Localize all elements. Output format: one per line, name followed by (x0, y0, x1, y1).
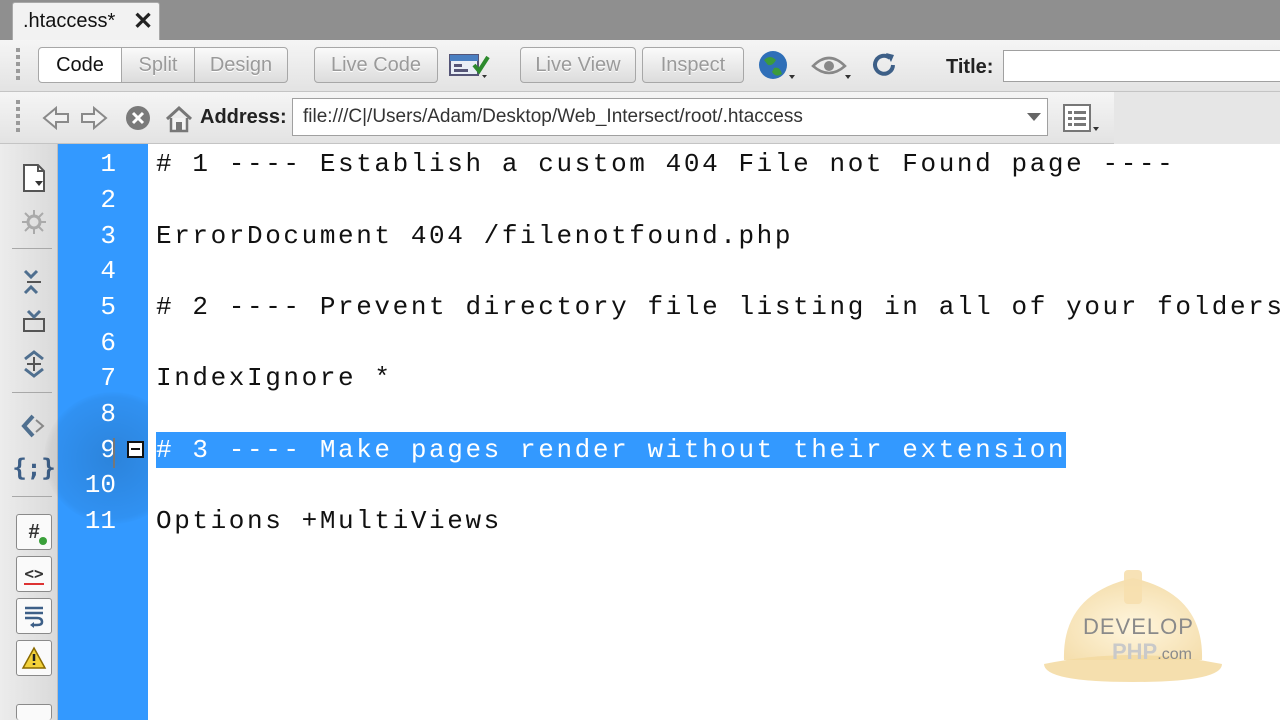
apply-comment-icon[interactable] (16, 704, 52, 720)
toolbar-separator (12, 248, 52, 249)
toolbar-grip[interactable] (14, 100, 22, 135)
line-number: 9 (100, 435, 116, 465)
back-arrow-icon[interactable] (40, 104, 72, 132)
line-number: 10 (84, 470, 116, 500)
live-view-button[interactable]: Live View (520, 47, 636, 83)
line-number: 7 (100, 363, 116, 393)
address-value: file:///C|/Users/Adam/Desktop/Web_Inters… (303, 106, 803, 127)
line-number: 1 (100, 149, 116, 179)
visual-aids-eye-icon[interactable] (808, 48, 854, 82)
inspect-button[interactable]: Inspect (642, 47, 744, 83)
document-tab-strip: .htaccess* ✕ (0, 0, 1280, 40)
show-code-navigator-icon[interactable] (16, 204, 52, 240)
watermark-word-php: PHP.com (1112, 639, 1192, 664)
line-number: 3 (100, 221, 116, 251)
document-tab-title: .htaccess* (23, 10, 116, 32)
forward-arrow-icon[interactable] (78, 104, 110, 132)
expand-all-icon[interactable] (16, 346, 52, 382)
highlight-invalid-code-icon[interactable]: <> (16, 556, 52, 592)
close-tab-icon[interactable]: ✕ (133, 7, 153, 36)
address-label: Address: (200, 106, 287, 128)
design-view-button[interactable]: Design (194, 47, 288, 83)
page-title-input[interactable] (1003, 50, 1280, 82)
code-line: # 1 ---- Establish a custom 404 File not… (156, 149, 1176, 179)
toolbar-grip[interactable] (14, 48, 22, 83)
watermark-word-develop: DEVELOP (1083, 614, 1194, 639)
line-number: 11 (84, 506, 116, 536)
stop-icon[interactable] (122, 104, 154, 132)
line-number: 8 (100, 399, 116, 429)
line-number: 2 (100, 185, 116, 215)
live-code-button[interactable]: Live Code (314, 47, 438, 83)
browser-navigation-options-icon[interactable] (1058, 100, 1104, 136)
toolbar-separator (12, 496, 52, 497)
open-documents-icon[interactable] (16, 160, 52, 196)
line-number: 5 (100, 292, 116, 322)
toolbar-empty-region (1114, 92, 1280, 144)
code-line: Options +MultiViews (156, 506, 502, 536)
code-view-button[interactable]: Code (38, 47, 122, 83)
refresh-icon[interactable] (866, 48, 902, 82)
syntax-error-alerts-icon[interactable] (16, 640, 52, 676)
collapse-selection-icon[interactable] (16, 306, 52, 342)
toolbar-separator (12, 392, 52, 393)
line-number: 6 (100, 328, 116, 358)
line-number: 4 (100, 256, 116, 286)
mouse-cursor (113, 438, 115, 468)
browser-compatibility-icon[interactable] (446, 48, 492, 82)
line-numbers-toggle-icon[interactable]: # (16, 514, 52, 550)
collapse-full-tag-icon[interactable] (16, 264, 52, 300)
word-wrap-icon[interactable] (16, 598, 52, 634)
home-icon[interactable] (162, 104, 196, 134)
address-field[interactable]: file:///C|/Users/Adam/Desktop/Web_Inters… (292, 98, 1048, 136)
selected-code-line: # 3 ---- Make pages render without their… (156, 432, 1067, 468)
document-tab[interactable]: .htaccess* ✕ (12, 2, 160, 40)
title-label: Title: (946, 56, 994, 78)
code-line: ErrorDocument 404 /filenotfound.php (156, 221, 794, 251)
code-line: # 2 ---- Prevent directory file listing … (156, 292, 1280, 322)
address-dropdown-icon[interactable] (1027, 113, 1041, 121)
developphp-watermark-logo: DEVELOP PHP.com (1040, 568, 1226, 688)
preview-in-browser-globe-icon[interactable] (755, 48, 797, 82)
split-view-button[interactable]: Split (121, 47, 195, 83)
code-collapse-toggle-icon[interactable] (127, 441, 144, 458)
code-line: IndexIgnore * (156, 363, 393, 393)
